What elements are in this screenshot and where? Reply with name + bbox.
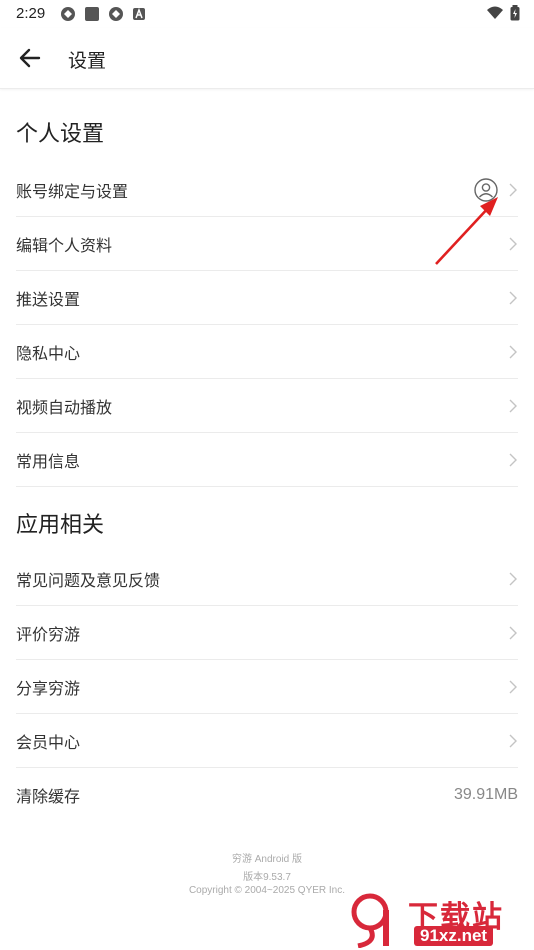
row-faq-feedback[interactable]: 常见问题及意见反馈 [16,552,518,606]
section-title-app: 应用相关 [16,512,105,537]
back-button[interactable] [14,42,46,74]
row-label: 分享穷游 [16,680,81,698]
row-label: 会员中心 [16,734,81,752]
battery-icon [510,5,520,21]
row-push-settings[interactable]: 推送设置 [16,271,518,325]
row-common-info[interactable]: 常用信息 [16,433,518,487]
chevron-right-icon [509,572,517,585]
chevron-right-icon [509,345,517,358]
status-system-icons [486,5,520,21]
section-title-personal: 个人设置 [16,121,105,146]
row-account-binding[interactable]: 账号绑定与设置 [16,163,518,217]
status-notification-icons [60,6,146,22]
row-label: 账号绑定与设置 [16,183,129,201]
notification-app-icon [61,7,75,21]
row-label: 视频自动播放 [16,399,113,417]
notification-square-icon [85,7,99,21]
chevron-right-icon [509,399,517,412]
row-edit-profile[interactable]: 编辑个人资料 [16,217,518,271]
status-bar: 2:29 [0,0,534,28]
row-member-center[interactable]: 会员中心 [16,714,518,768]
user-avatar-icon [474,177,498,202]
chevron-right-icon [509,680,517,693]
row-label: 隐私中心 [16,345,81,363]
chevron-right-icon [509,183,517,196]
watermark-logo [351,893,389,948]
chevron-right-icon [509,291,517,304]
row-label: 清除缓存 [16,789,81,806]
app-bar: 设置 [0,28,534,89]
row-label: 推送设置 [16,291,81,309]
watermark-text-bottom: 91xz.net [414,926,494,946]
row-privacy-center[interactable]: 隐私中心 [16,325,518,379]
chevron-right-icon [509,626,517,639]
chevron-right-icon [509,734,517,747]
footer-version: 版本9.53.7 [243,872,291,883]
notification-app-icon [109,7,123,21]
row-video-autoplay[interactable]: 视频自动播放 [16,379,518,433]
notification-a-icon [133,7,145,20]
row-label: 编辑个人资料 [16,237,113,255]
row-rate-app[interactable]: 评价穷游 [16,606,518,660]
footer-app-name: 穷游 Android 版 [231,854,303,865]
watermark: 下载站 91xz.net [348,892,528,948]
page-title: 设置 [68,51,107,72]
row-clear-cache[interactable]: 清除缓存 39.91MB [16,768,518,822]
status-time: 2:29 [16,5,46,22]
row-share-app[interactable]: 分享穷游 [16,660,518,714]
chevron-right-icon [509,453,517,466]
row-label: 评价穷游 [16,626,81,644]
wifi-icon [487,6,503,19]
chevron-right-icon [509,237,517,250]
row-label: 常见问题及意见反馈 [16,572,161,590]
cache-size-value: 39.91MB [453,786,518,803]
row-label: 常用信息 [16,453,81,471]
back-arrow-icon [19,48,41,68]
